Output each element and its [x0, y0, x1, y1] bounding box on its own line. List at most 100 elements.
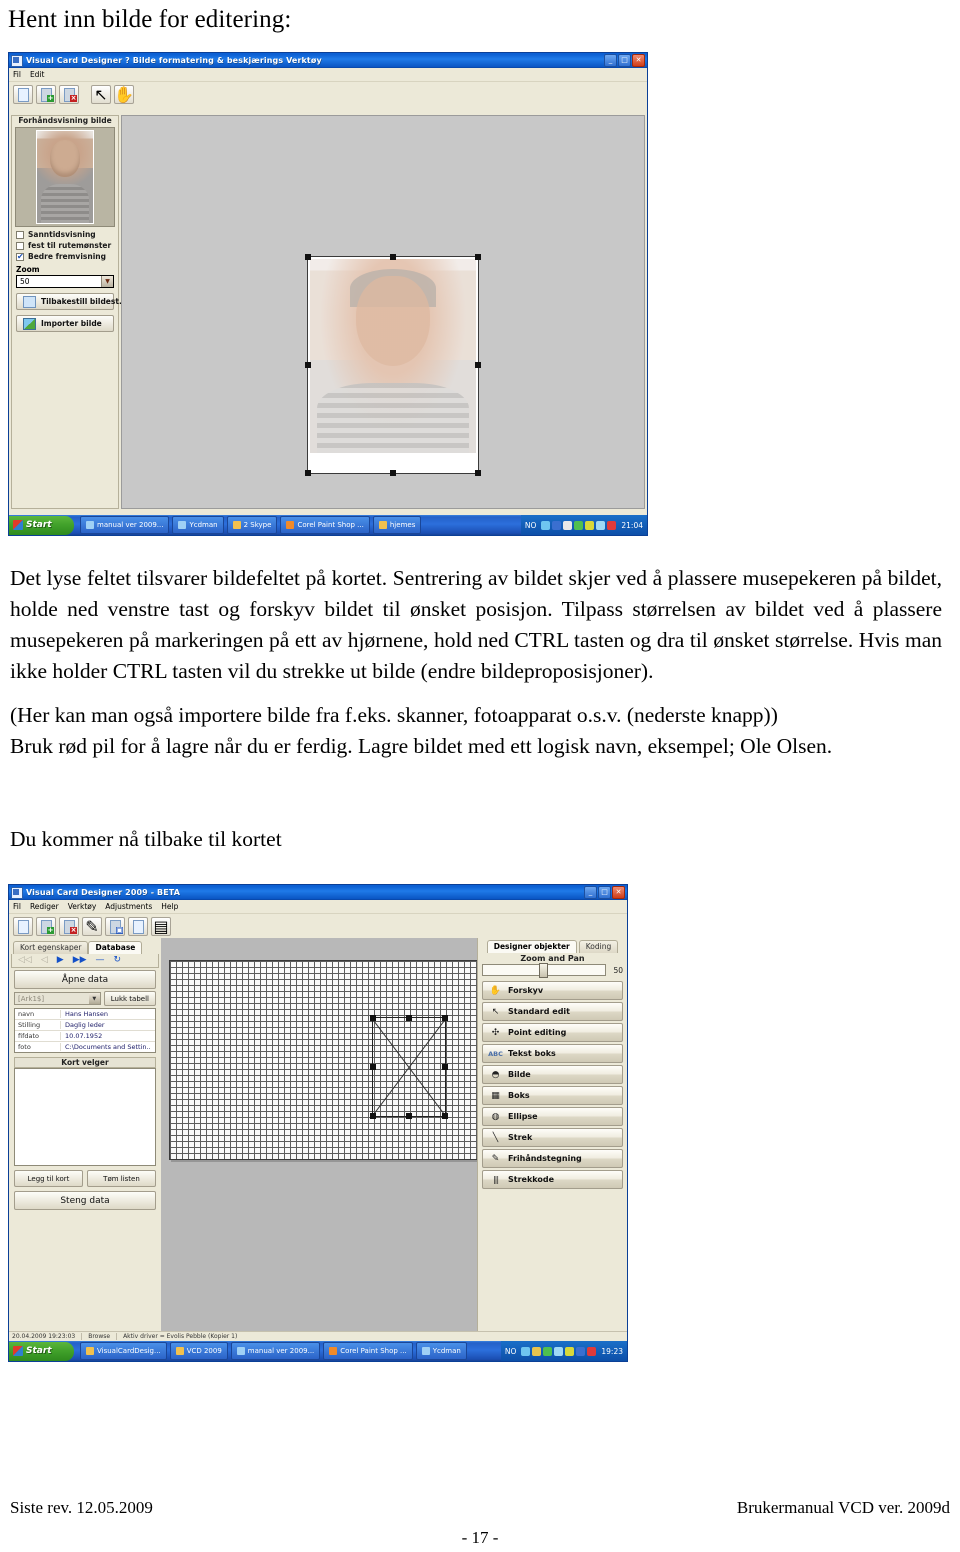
taskbar[interactable]: Start VisualCardDesig... VCD 2009 manual… — [9, 1341, 627, 1361]
tray-icon-2[interactable] — [532, 1346, 542, 1356]
object-button-standard-edit[interactable]: ↖ Standard edit — [482, 1002, 623, 1021]
tab-designer-objekter[interactable]: Designer objekter — [486, 940, 577, 953]
card-design-canvas[interactable] — [161, 938, 487, 1333]
maximize-button[interactable]: □ — [618, 54, 631, 67]
tray-icon-3[interactable] — [563, 520, 573, 530]
add-card-button[interactable]: Legg til kort — [14, 1170, 83, 1187]
object-button-forskyv[interactable]: ✋ Forskyv — [482, 981, 623, 1000]
zoom-spinner-icon[interactable]: ▼ — [101, 276, 113, 287]
checkbox-fest-til-rutemonster[interactable]: fest til rutemønster — [12, 240, 118, 251]
checkbox-sanntidsvisning[interactable]: Sanntidsvisning — [12, 229, 118, 240]
taskbar-item[interactable]: Corel Paint Shop ... — [323, 1342, 413, 1360]
reset-image-button[interactable]: Tilbakestill bildest... — [16, 293, 128, 310]
taskbar[interactable]: Start manual ver 2009... Ycdman 2 Skype … — [9, 515, 647, 535]
tray-icon-5[interactable] — [585, 520, 595, 530]
close-data-button[interactable]: Steng data — [14, 1191, 156, 1210]
tray-icon-5[interactable] — [565, 1346, 575, 1356]
close-table-button[interactable]: Lukk tabell — [103, 991, 156, 1006]
taskbar-items[interactable]: VisualCardDesig... VCD 2009 manual ver 2… — [80, 1342, 501, 1360]
checkbox-box[interactable] — [16, 230, 24, 239]
tab-kort-egenskaper[interactable]: Kort egenskaper — [13, 941, 89, 954]
resize-handle-top-center[interactable] — [390, 254, 396, 260]
menu-item-rediger[interactable]: Rediger — [30, 902, 59, 911]
tray-icon-4[interactable] — [554, 1346, 564, 1356]
resize-handle-bottom-right[interactable] — [442, 1113, 448, 1119]
tab-koding[interactable]: Koding — [578, 940, 619, 953]
menu-item-fil[interactable]: Fil — [13, 70, 21, 79]
window-controls[interactable]: _ □ ✕ — [584, 886, 625, 899]
taskbar-item[interactable]: VCD 2009 — [169, 1342, 228, 1360]
menu-item-edit[interactable]: Edit — [30, 70, 45, 79]
properties-icon[interactable]: ▤ — [151, 917, 171, 936]
language-indicator[interactable]: NO — [505, 1347, 517, 1356]
table-row[interactable]: navn Hans Hansen — [15, 1009, 155, 1020]
start-button[interactable]: Start — [9, 515, 74, 535]
tray-icon-4[interactable] — [574, 520, 584, 530]
close-button[interactable]: ✕ — [612, 886, 625, 899]
taskbar-item[interactable]: manual ver 2009... — [80, 516, 170, 534]
import-image-button[interactable]: Importer bilde — [16, 315, 114, 332]
object-button-frihandstegning[interactable]: ✎ Frihåndstegning — [482, 1149, 623, 1168]
save-image-icon[interactable]: × — [59, 85, 79, 104]
object-button-tekst-boks[interactable]: ABC Tekst boks — [482, 1044, 623, 1063]
object-button-strek[interactable]: ╲ Strek — [482, 1128, 623, 1147]
menu-bar[interactable]: Fil Rediger Verktøy Adjustments Help — [9, 900, 627, 914]
resize-handle-top-right[interactable] — [475, 254, 481, 260]
resize-handle-middle-right[interactable] — [442, 1064, 448, 1070]
menu-bar[interactable]: Fil Edit — [9, 68, 647, 82]
tray-icon-3[interactable] — [543, 1346, 553, 1356]
menu-item-adjustments[interactable]: Adjustments — [105, 902, 152, 911]
tray-icon-7[interactable] — [587, 1346, 597, 1356]
database-navigation[interactable]: ◁◁ ◁ ▶ ▶▶ — ↻ — [11, 954, 159, 968]
resize-handle-middle-left[interactable] — [370, 1064, 376, 1070]
chevron-down-icon[interactable]: ▼ — [88, 993, 100, 1004]
toolbar[interactable]: + × ✎ ▣ ▤ — [9, 914, 627, 939]
language-indicator[interactable]: NO — [525, 521, 537, 530]
new-document-icon[interactable] — [13, 85, 33, 104]
open-data-button[interactable]: Åpne data — [14, 970, 156, 989]
start-button[interactable]: Start — [9, 1341, 74, 1361]
object-button-ellipse[interactable]: ◍ Ellipse — [482, 1107, 623, 1126]
minimize-button[interactable]: _ — [604, 54, 617, 67]
resize-handle-top-right[interactable] — [442, 1015, 448, 1021]
import-image-icon[interactable]: + — [36, 85, 56, 104]
taskbar-item[interactable]: Ycdman — [415, 1342, 467, 1360]
left-panel-tabs[interactable]: Kort egenskaper Database — [11, 940, 159, 954]
edit-pen-icon[interactable]: ✎ — [82, 917, 102, 936]
resize-handle-top-left[interactable] — [370, 1015, 376, 1021]
import-image-icon[interactable]: ▣ — [105, 917, 125, 936]
table-select[interactable]: [Ark1$] ▼ — [14, 992, 101, 1005]
nav-next-button[interactable]: ▶ — [57, 956, 64, 965]
select-arrow-icon[interactable]: ↖ — [91, 85, 111, 104]
clear-list-button[interactable]: Tøm listen — [87, 1170, 156, 1187]
image-placeholder-object[interactable] — [370, 1015, 448, 1119]
tray-icon-6[interactable] — [576, 1346, 586, 1356]
menu-item-help[interactable]: Help — [161, 902, 178, 911]
tray-icon-2[interactable] — [552, 520, 562, 530]
resize-handle-bottom-left[interactable] — [370, 1113, 376, 1119]
table-row[interactable]: Stilling Daglig leder — [15, 1020, 155, 1031]
right-panel-tabs[interactable]: Designer objekter Koding — [478, 938, 627, 953]
window-controls[interactable]: _ □ ✕ — [604, 54, 645, 67]
open-document-icon[interactable]: + — [36, 917, 56, 936]
checkbox-box[interactable] — [16, 241, 24, 250]
card-list-actions[interactable]: Legg til kort Tøm listen — [14, 1170, 156, 1187]
taskbar-item[interactable]: manual ver 2009... — [230, 1342, 321, 1360]
taskbar-item[interactable]: hjemes — [372, 516, 422, 534]
tray-icon-1[interactable] — [541, 520, 551, 530]
resize-handle-bottom-center[interactable] — [390, 470, 396, 476]
menu-item-verktoy[interactable]: Verktøy — [68, 902, 97, 911]
table-row[interactable]: fifdato 10.07.1952 — [15, 1031, 155, 1042]
table-row[interactable]: foto C:\Documents and Settin.. — [15, 1042, 155, 1052]
tray-icon-6[interactable] — [596, 520, 606, 530]
system-tray[interactable]: NO 21:04 — [520, 515, 647, 535]
resize-handle-bottom-center[interactable] — [406, 1113, 412, 1119]
taskbar-item[interactable]: Corel Paint Shop ... — [280, 516, 370, 534]
selected-photo[interactable] — [305, 254, 481, 476]
taskbar-items[interactable]: manual ver 2009... Ycdman 2 Skype Corel … — [80, 516, 521, 534]
card-selector-list[interactable] — [14, 1068, 156, 1166]
resize-handle-top-center[interactable] — [406, 1015, 412, 1021]
taskbar-item[interactable]: VisualCardDesig... — [80, 1342, 167, 1360]
resize-handle-middle-right[interactable] — [475, 362, 481, 368]
maximize-button[interactable]: □ — [598, 886, 611, 899]
